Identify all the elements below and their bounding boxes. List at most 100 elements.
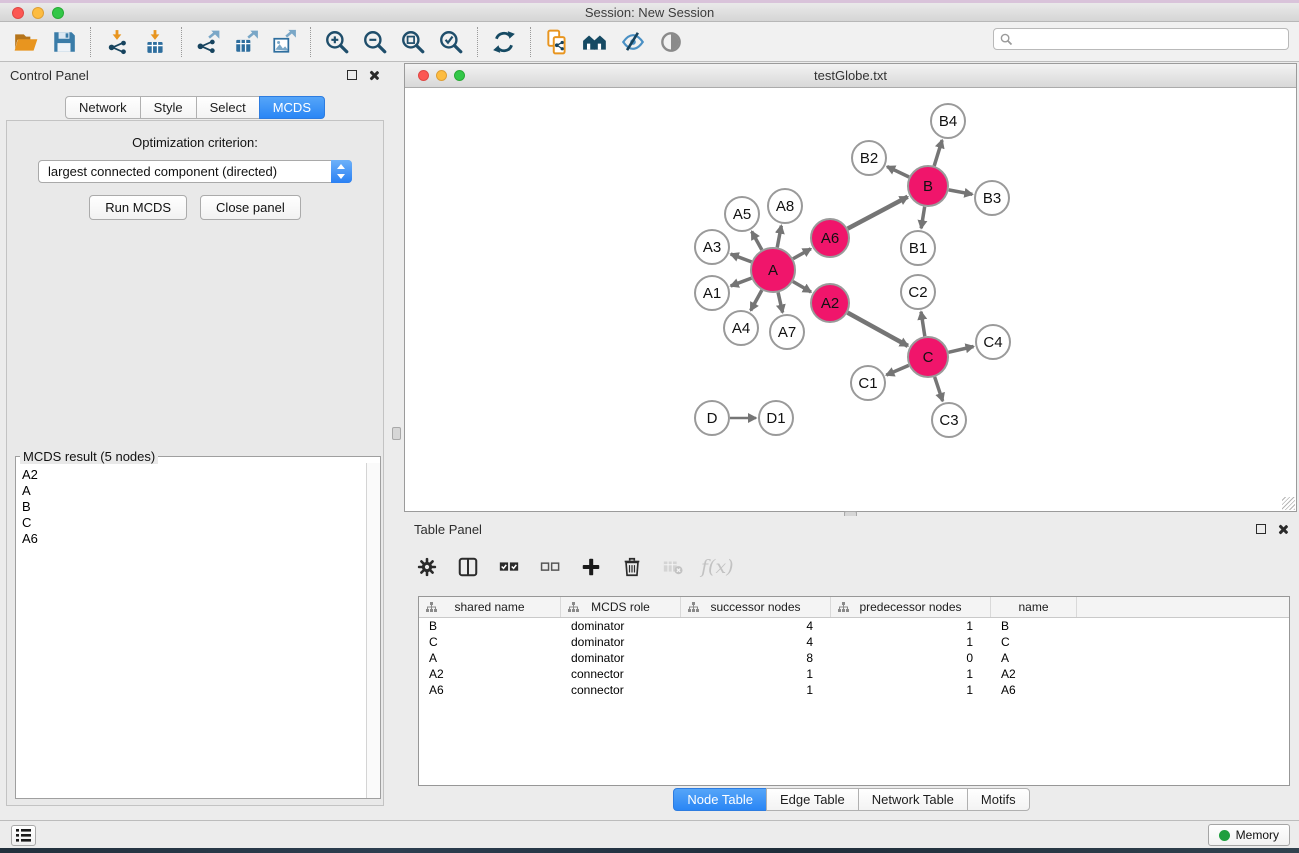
cell: 0 bbox=[831, 650, 991, 666]
search-field[interactable] bbox=[993, 28, 1289, 50]
edge-C-C2[interactable] bbox=[921, 312, 925, 336]
network-window-titlebar[interactable]: testGlobe.txt bbox=[405, 64, 1296, 88]
hide-labels-icon[interactable] bbox=[619, 28, 647, 56]
table-float-panel-icon[interactable] bbox=[1256, 524, 1266, 534]
list-icon bbox=[15, 828, 32, 843]
select-all-columns-icon[interactable] bbox=[496, 554, 522, 580]
cell: B bbox=[991, 618, 1077, 634]
edge-C-C1[interactable] bbox=[886, 365, 908, 375]
home-layout-icon[interactable] bbox=[581, 28, 609, 56]
tab-node-table[interactable]: Node Table bbox=[673, 788, 767, 811]
edge-A-A7[interactable] bbox=[778, 292, 783, 312]
edge-A-A3[interactable] bbox=[731, 254, 752, 262]
zoom-fit-icon[interactable] bbox=[399, 28, 427, 56]
node-label-C4: C4 bbox=[983, 334, 1002, 351]
delete-column-icon[interactable] bbox=[619, 554, 645, 580]
table-row[interactable]: Bdominator41B bbox=[419, 618, 1289, 634]
table-row[interactable]: Adominator80A bbox=[419, 650, 1289, 666]
run-mcds-button[interactable]: Run MCDS bbox=[89, 195, 187, 220]
float-panel-icon[interactable] bbox=[347, 70, 357, 80]
edge-B-B3[interactable] bbox=[949, 190, 973, 194]
task-history-button[interactable] bbox=[11, 825, 36, 846]
zoom-out-icon[interactable] bbox=[361, 28, 389, 56]
table-row[interactable]: A6connector11A6 bbox=[419, 682, 1289, 698]
column-header-mcds-role[interactable]: MCDS role bbox=[561, 597, 681, 617]
node-label-A4: A4 bbox=[732, 320, 750, 337]
edge-B-B1[interactable] bbox=[921, 207, 924, 229]
memory-button[interactable]: Memory bbox=[1208, 824, 1290, 846]
open-session-icon[interactable] bbox=[12, 28, 40, 56]
clone-network-icon[interactable] bbox=[543, 28, 571, 56]
table-close-panel-icon[interactable] bbox=[1278, 524, 1289, 535]
column-label: successor nodes bbox=[710, 600, 800, 614]
close-panel-icon[interactable] bbox=[369, 70, 380, 81]
tab-network[interactable]: Network bbox=[65, 96, 141, 119]
edge-C-C3[interactable] bbox=[935, 377, 943, 401]
column-header-name[interactable]: name bbox=[991, 597, 1077, 617]
result-item[interactable]: A bbox=[22, 483, 360, 499]
cell: C bbox=[419, 634, 561, 650]
attribute-type-icon bbox=[426, 602, 437, 616]
edge-B-B2[interactable] bbox=[887, 167, 909, 177]
edge-A-A6[interactable] bbox=[793, 249, 811, 259]
edge-B-B4[interactable] bbox=[934, 140, 942, 166]
network-canvas[interactable]: A5A8A6A3B2B4BB3B1AA1A2C2A4A7CC4C1C3DD1 bbox=[405, 89, 1296, 511]
tab-motifs[interactable]: Motifs bbox=[967, 788, 1030, 811]
cell: connector bbox=[561, 682, 681, 698]
edge-A6-B[interactable] bbox=[848, 197, 908, 229]
control-panel-title: Control Panel bbox=[10, 68, 89, 83]
close-panel-button[interactable]: Close panel bbox=[200, 195, 301, 220]
edge-A2-C[interactable] bbox=[848, 313, 908, 346]
show-columns-icon[interactable] bbox=[455, 554, 481, 580]
edge-C-C4[interactable] bbox=[948, 346, 973, 352]
unselect-all-columns-icon[interactable] bbox=[537, 554, 563, 580]
column-label: shared name bbox=[454, 600, 524, 614]
result-item[interactable]: A2 bbox=[22, 467, 360, 483]
network-graph[interactable]: A5A8A6A3B2B4BB3B1AA1A2C2A4A7CC4C1C3DD1 bbox=[405, 89, 1296, 512]
table-row[interactable]: A2connector11A2 bbox=[419, 666, 1289, 682]
import-table-icon[interactable] bbox=[141, 28, 169, 56]
export-network-icon[interactable] bbox=[194, 28, 222, 56]
import-network-icon[interactable] bbox=[103, 28, 131, 56]
cell: dominator bbox=[561, 618, 681, 634]
zoom-in-icon[interactable] bbox=[323, 28, 351, 56]
tab-mcds[interactable]: MCDS bbox=[259, 96, 325, 119]
cell: A6 bbox=[991, 682, 1077, 698]
save-session-icon[interactable] bbox=[50, 28, 78, 56]
tab-style[interactable]: Style bbox=[140, 96, 197, 119]
criterion-dropdown[interactable]: largest connected component (directed) bbox=[38, 160, 352, 183]
export-table-icon[interactable] bbox=[232, 28, 260, 56]
column-header-predecessor-nodes[interactable]: predecessor nodes bbox=[831, 597, 991, 617]
add-column-icon[interactable] bbox=[578, 554, 604, 580]
export-image-icon[interactable] bbox=[270, 28, 298, 56]
delete-table-icon[interactable] bbox=[660, 554, 686, 580]
tab-edge-table[interactable]: Edge Table bbox=[766, 788, 859, 811]
column-header-successor-nodes[interactable]: successor nodes bbox=[681, 597, 831, 617]
result-scrollbar[interactable] bbox=[366, 463, 380, 798]
node-label-A3: A3 bbox=[703, 239, 721, 256]
result-item[interactable]: C bbox=[22, 515, 360, 531]
table-row[interactable]: Cdominator41C bbox=[419, 634, 1289, 650]
edge-A-A4[interactable] bbox=[751, 290, 762, 310]
tab-network-table[interactable]: Network Table bbox=[858, 788, 968, 811]
refresh-icon[interactable] bbox=[490, 28, 518, 56]
window-resize-grip[interactable] bbox=[1282, 497, 1295, 510]
table-toolbar: f(x) bbox=[414, 550, 734, 584]
edge-A-A5[interactable] bbox=[752, 231, 762, 249]
result-item[interactable]: A6 bbox=[22, 531, 360, 547]
table-options-gear-icon[interactable] bbox=[414, 554, 440, 580]
tab-select[interactable]: Select bbox=[196, 96, 260, 119]
search-input[interactable] bbox=[1013, 32, 1282, 46]
show-graphics-icon[interactable] bbox=[657, 28, 685, 56]
cell: 1 bbox=[681, 666, 831, 682]
edge-A-A8[interactable] bbox=[777, 226, 781, 248]
result-item[interactable]: B bbox=[22, 499, 360, 515]
edge-A-A1[interactable] bbox=[731, 278, 752, 286]
node-label-A5: A5 bbox=[733, 206, 751, 223]
column-header-shared-name[interactable]: shared name bbox=[419, 597, 561, 617]
cell: 8 bbox=[681, 650, 831, 666]
vertical-splitter-grip[interactable] bbox=[392, 427, 401, 440]
zoom-selected-icon[interactable] bbox=[437, 28, 465, 56]
edge-A-A2[interactable] bbox=[793, 282, 811, 292]
function-builder-icon[interactable]: f(x) bbox=[701, 554, 734, 580]
